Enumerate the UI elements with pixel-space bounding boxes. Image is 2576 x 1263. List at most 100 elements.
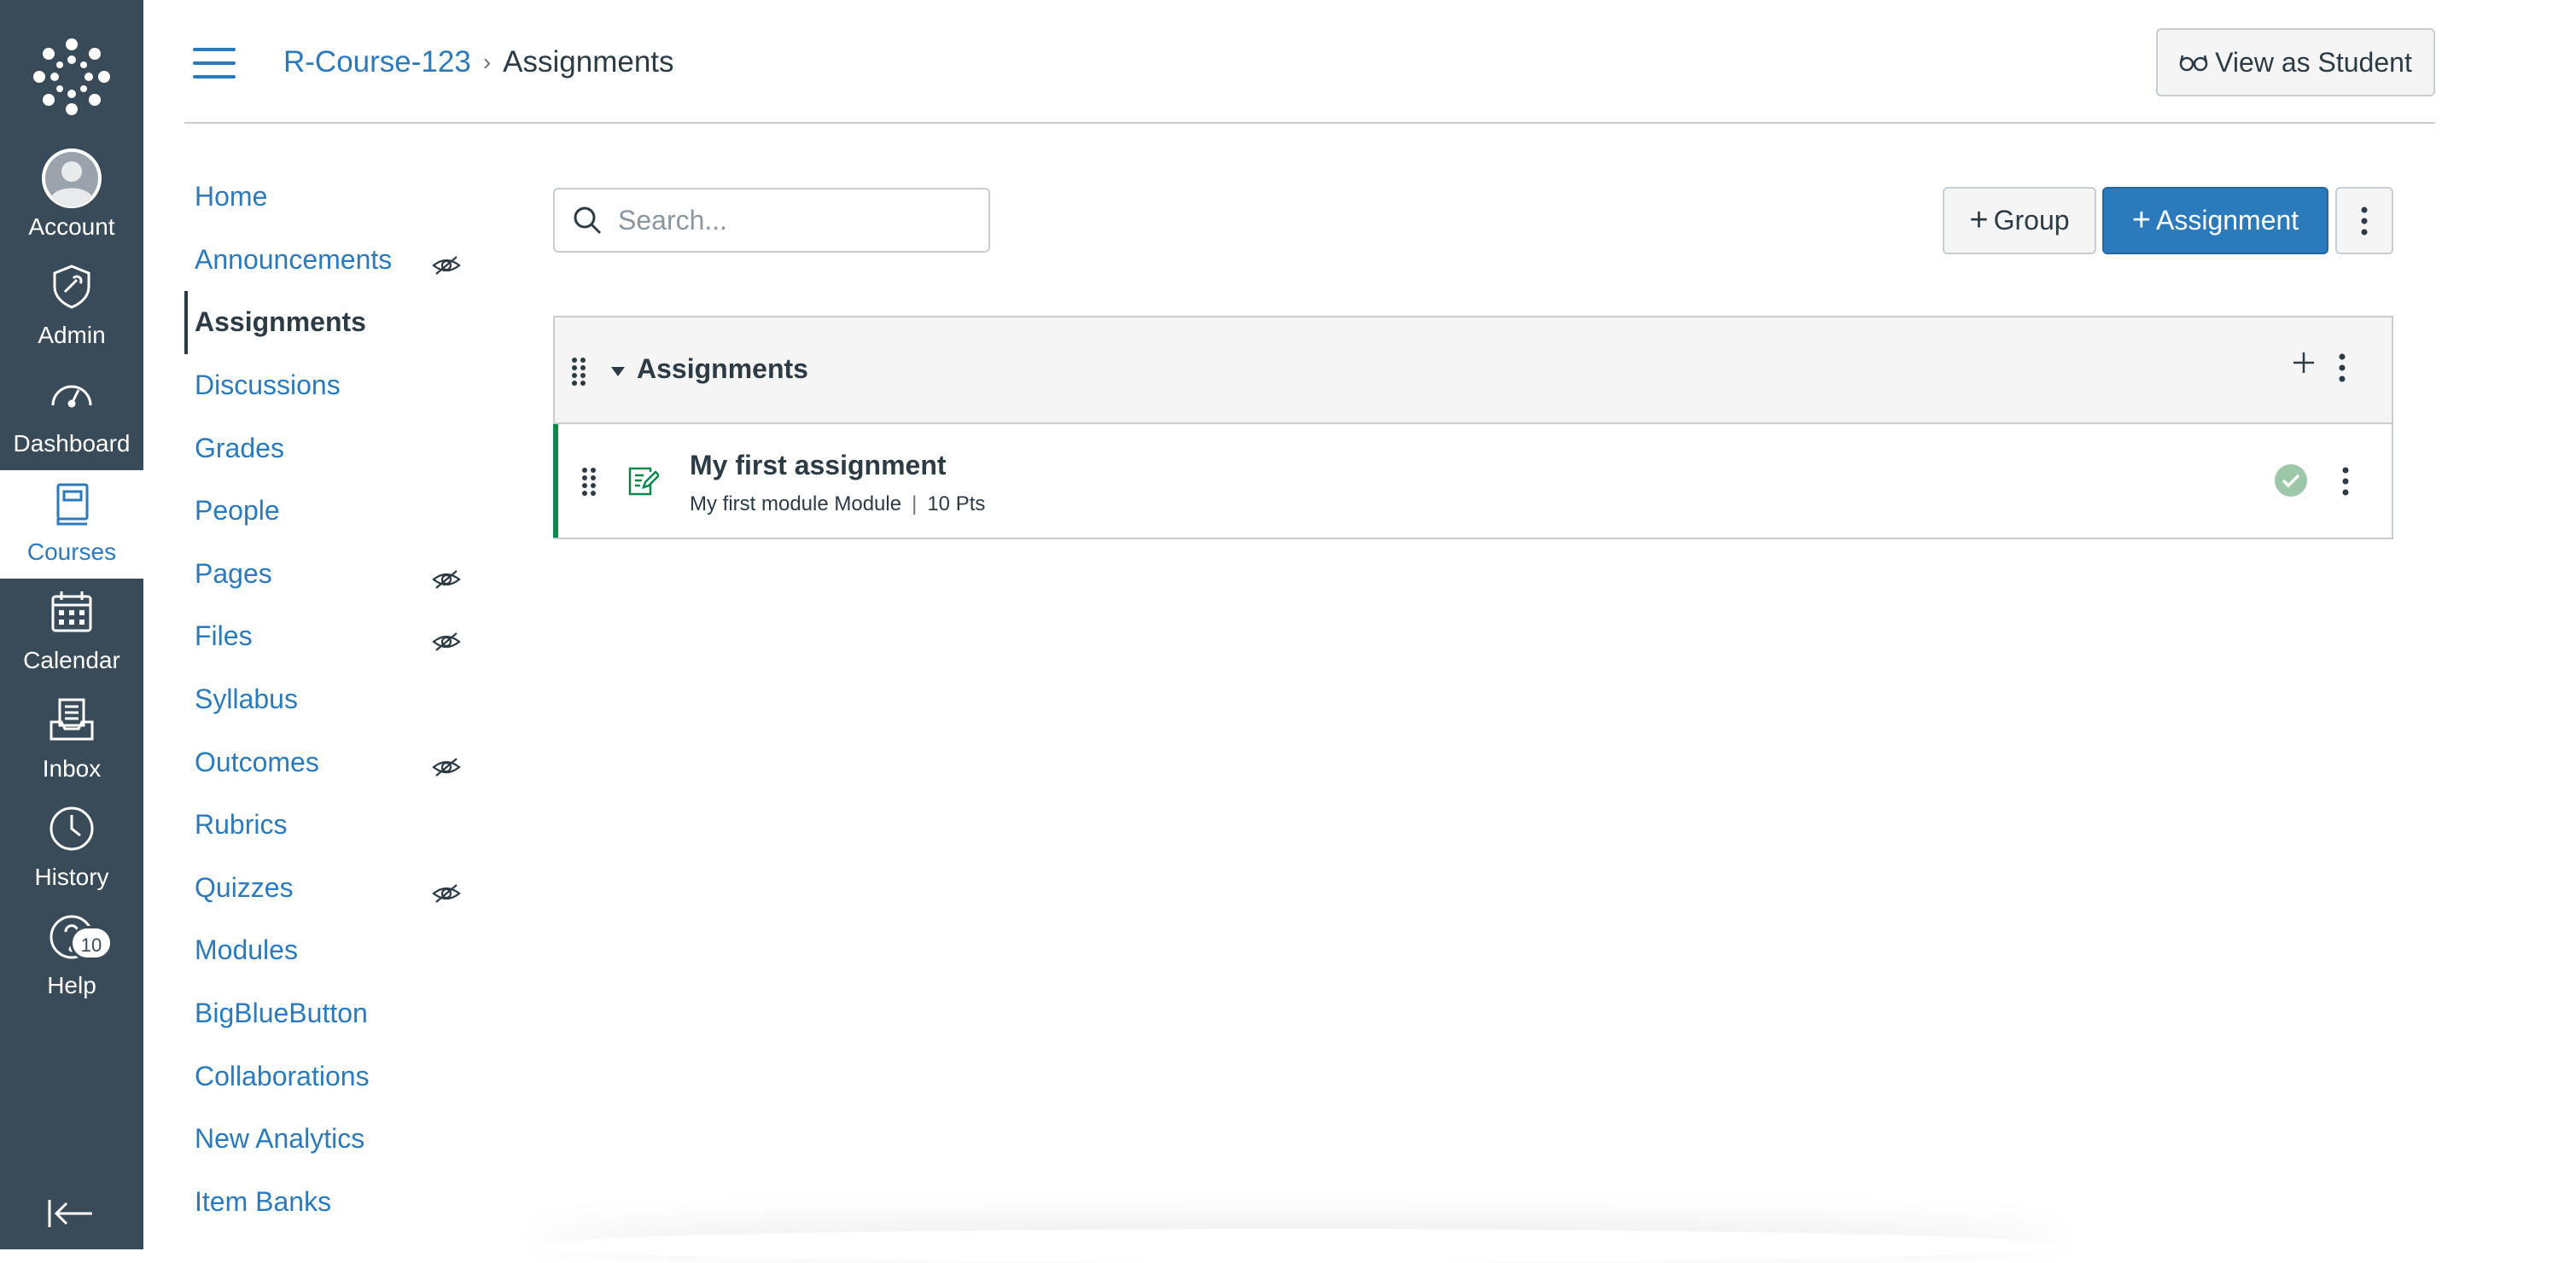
meta-separator: | — [912, 492, 918, 515]
assignment-points: 10 Pts — [927, 492, 986, 515]
course-nav-label: Syllabus — [195, 684, 298, 715]
global-navigation: Account Admin Dashboard Courses Calendar… — [0, 0, 143, 1249]
course-navigation: Home Announcements Assignments Discussio… — [184, 166, 475, 1233]
course-nav-outcomes[interactable]: Outcomes — [184, 730, 475, 794]
global-nav-label: Dashboard — [13, 430, 131, 457]
glasses-icon — [2179, 55, 2208, 72]
admin-icon — [41, 256, 102, 317]
course-nav-announcements[interactable]: Announcements — [184, 229, 475, 292]
global-nav-calendar[interactable]: Calendar — [0, 579, 143, 687]
search-field[interactable] — [553, 188, 990, 253]
assignment-icon — [627, 465, 661, 502]
course-nav-new-analytics[interactable]: New Analytics — [184, 1108, 475, 1171]
dashboard-icon — [41, 364, 102, 426]
course-nav-label: Collaborations — [195, 1060, 370, 1091]
hidden-eye-icon — [432, 251, 461, 282]
search-input[interactable] — [618, 204, 959, 236]
drag-handle-icon[interactable] — [580, 467, 597, 500]
header-divider — [184, 122, 2435, 124]
global-nav-label: Account — [28, 213, 115, 240]
global-nav-label: Inbox — [42, 755, 102, 782]
assignment-module: My first module Module — [690, 492, 902, 515]
global-nav-label: Admin — [38, 322, 106, 348]
breadcrumb-separator-icon: › — [482, 49, 492, 75]
course-nav-label: Rubrics — [195, 809, 288, 841]
global-nav-history[interactable]: History — [0, 795, 143, 904]
course-nav-label: New Analytics — [195, 1123, 365, 1155]
add-to-group-icon[interactable] — [2291, 350, 2317, 380]
course-nav-collaborations[interactable]: Collaborations — [184, 1045, 475, 1108]
assignment-kebab-menu-icon[interactable] — [2342, 467, 2349, 500]
course-nav-people[interactable]: People — [184, 480, 475, 543]
more-options-button[interactable] — [2335, 187, 2393, 254]
global-nav-label: Help — [47, 972, 96, 998]
course-nav-label: Home — [195, 181, 268, 212]
course-nav-label: Pages — [195, 557, 272, 589]
plus-icon: + — [1969, 202, 1989, 238]
account-icon — [41, 148, 102, 209]
global-nav-help[interactable]: Help — [0, 904, 143, 1012]
course-menu-toggle-icon[interactable] — [193, 48, 236, 79]
collapse-nav-icon[interactable] — [46, 1195, 97, 1232]
course-nav-label: Announcements — [195, 243, 393, 275]
course-nav-label: People — [195, 495, 280, 527]
global-nav-inbox[interactable]: Inbox — [0, 687, 143, 795]
assignment-title-link[interactable]: My first assignment — [690, 450, 947, 481]
published-check-icon[interactable] — [2274, 463, 2308, 502]
hidden-eye-icon — [432, 879, 461, 911]
assignment-meta: My first module Module | 10 Pts — [690, 492, 985, 516]
assignment-row[interactable]: My first assignment My first module Modu… — [553, 424, 2392, 538]
course-nav-label: Discussions — [195, 370, 341, 401]
breadcrumb-course-link[interactable]: R-Course-123 — [283, 45, 471, 79]
collapse-caret-icon[interactable] — [611, 366, 625, 381]
course-nav-rubrics[interactable]: Rubrics — [184, 794, 475, 857]
add-group-button[interactable]: + Group — [1943, 187, 2096, 254]
course-nav-grades[interactable]: Grades — [184, 416, 475, 480]
course-nav-assignments[interactable]: Assignments — [184, 291, 475, 354]
plus-icon: + — [2131, 202, 2151, 238]
course-nav-bigbluebutton[interactable]: BigBlueButton — [184, 982, 475, 1045]
inbox-icon — [41, 690, 102, 751]
course-nav-label: Files — [195, 620, 253, 652]
course-nav-label: Assignments — [195, 306, 366, 338]
canvas-logo-icon[interactable] — [29, 34, 114, 119]
course-nav-label: Item Banks — [195, 1185, 332, 1217]
drag-handle-icon[interactable] — [570, 357, 587, 390]
course-nav-discussions[interactable]: Discussions — [184, 354, 475, 417]
assignment-group-title: Assignments — [637, 353, 808, 384]
hidden-eye-icon — [432, 565, 461, 597]
global-nav-label: Calendar — [23, 647, 120, 673]
course-nav-quizzes[interactable]: Quizzes — [184, 857, 475, 920]
course-nav-label: Outcomes — [195, 746, 319, 777]
course-nav-item-banks[interactable]: Item Banks — [184, 1171, 475, 1234]
course-nav-label: Grades — [195, 432, 284, 463]
course-nav-files[interactable]: Files — [184, 605, 475, 668]
course-nav-modules[interactable]: Modules — [184, 919, 475, 982]
search-icon — [574, 207, 602, 235]
view-as-student-label: View as Student — [2215, 46, 2412, 78]
global-nav-label: History — [34, 864, 109, 890]
global-nav-label: Courses — [26, 538, 117, 565]
assignment-group: Assignments My first assignment My first… — [553, 316, 2393, 539]
history-icon — [41, 798, 102, 859]
breadcrumb: R-Course-123 › Assignments — [283, 41, 674, 84]
global-nav-courses[interactable]: Courses — [0, 470, 143, 579]
calendar-icon — [41, 581, 102, 643]
breadcrumb-current-page: Assignments — [503, 45, 674, 79]
course-nav-pages[interactable]: Pages — [184, 543, 475, 606]
course-nav-home[interactable]: Home — [184, 166, 475, 229]
add-group-label: Group — [1993, 205, 2070, 236]
group-kebab-menu-icon[interactable] — [2339, 353, 2346, 387]
global-nav-dashboard[interactable]: Dashboard — [0, 362, 143, 470]
add-assignment-label: Assignment — [2156, 205, 2299, 236]
footer-shadow — [529, 1229, 2066, 1263]
help-count-badge: 10 — [70, 926, 113, 960]
course-nav-syllabus[interactable]: Syllabus — [184, 668, 475, 731]
hidden-eye-icon — [432, 753, 461, 784]
global-nav-admin[interactable]: Admin — [0, 253, 143, 362]
view-as-student-button[interactable]: View as Student — [2156, 28, 2435, 96]
global-nav-account[interactable]: Account — [0, 145, 143, 253]
add-assignment-button[interactable]: + Assignment — [2102, 187, 2328, 254]
courses-icon — [41, 473, 102, 534]
assignment-group-header: Assignments — [555, 317, 2392, 424]
